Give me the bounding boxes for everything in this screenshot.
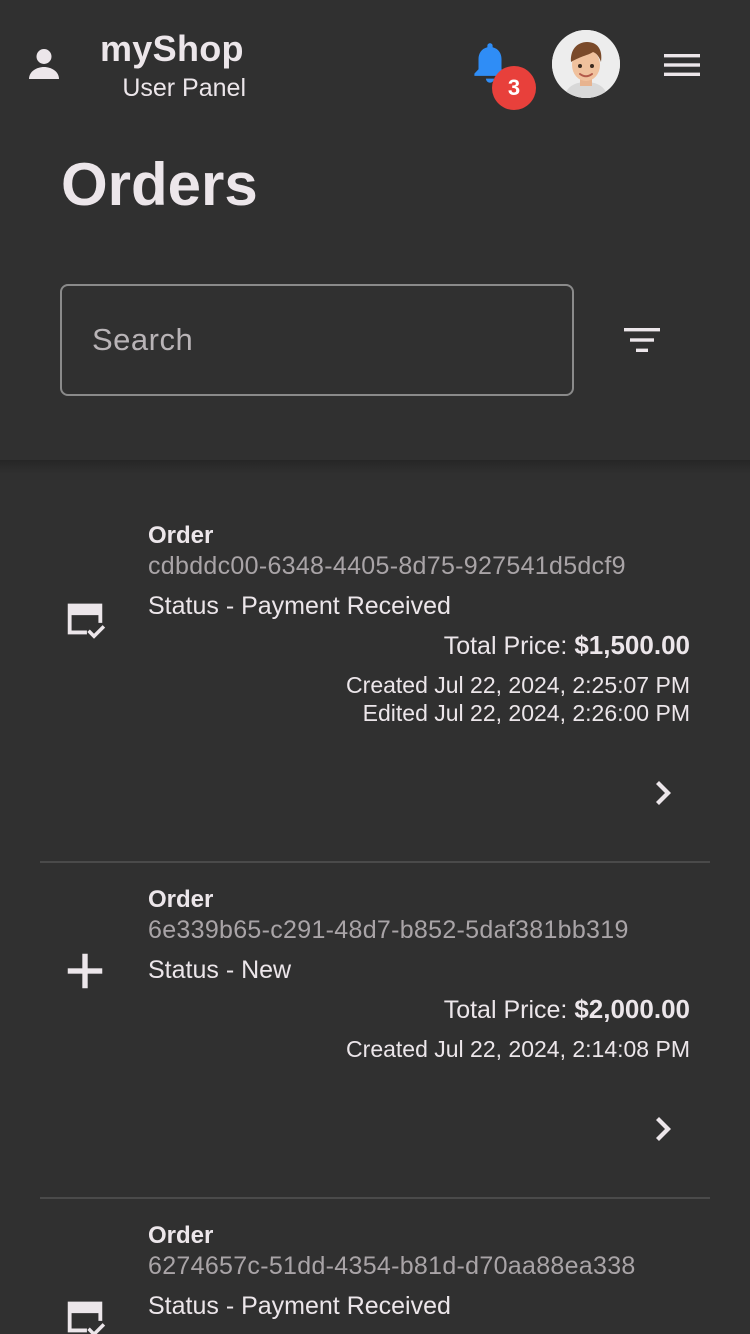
- order-created: Created Jul 22, 2024, 2:14:08 PM: [346, 1036, 690, 1062]
- order-edited: Edited Jul 22, 2024, 2:26:00 PM: [362, 700, 690, 726]
- top-bar: myShop User Panel 3: [0, 0, 750, 130]
- account-icon[interactable]: [26, 46, 62, 82]
- order-item[interactable]: Order 6e339b65-c291-48d7-b852-5daf381bb3…: [0, 862, 750, 1199]
- orders-page: myShop User Panel 3 Orders Search Order …: [0, 0, 750, 1334]
- app-subtitle: User Panel: [122, 74, 246, 102]
- order-item[interactable]: Order 6274657c-51dd-4354-b81d-d70aa88ea3…: [0, 1198, 750, 1334]
- filter-icon[interactable]: [620, 322, 664, 358]
- order-item[interactable]: Order cdbddc00-6348-4405-8d75-927541d5dc…: [0, 462, 750, 863]
- price-label: Total Price:: [443, 632, 568, 660]
- order-created: Created Jul 22, 2024, 2:25:07 PM: [346, 672, 690, 698]
- order-label: Order: [148, 1222, 214, 1249]
- payment-check-icon: [67, 1301, 106, 1334]
- price-value: $1,500.00: [574, 630, 690, 660]
- order-id: 6e339b65-c291-48d7-b852-5daf381bb319: [148, 916, 629, 944]
- order-id: cdbddc00-6348-4405-8d75-927541d5dcf9: [148, 552, 626, 580]
- order-total-price: Total Price: $2,000.00: [444, 994, 690, 1025]
- menu-icon[interactable]: [660, 50, 704, 80]
- notification-badge: 3: [492, 66, 536, 110]
- avatar-illustration: [552, 30, 620, 98]
- payment-check-icon: [67, 603, 106, 639]
- order-total-price: Total Price: $1,500.00: [444, 630, 690, 661]
- plus-icon: [67, 953, 103, 989]
- chevron-right-icon[interactable]: [650, 778, 674, 808]
- search-input[interactable]: [60, 284, 574, 396]
- order-label: Order: [148, 522, 214, 549]
- order-status: Status - Payment Received: [148, 592, 451, 620]
- order-id: 6274657c-51dd-4354-b81d-d70aa88ea338: [148, 1252, 636, 1280]
- order-status: Status - Payment Received: [148, 1292, 451, 1320]
- page-title: Orders: [61, 151, 258, 218]
- price-value: $2,000.00: [574, 994, 690, 1024]
- price-label: Total Price:: [443, 996, 568, 1024]
- app-title: myShop: [100, 28, 244, 69]
- chevron-right-icon[interactable]: [650, 1114, 674, 1144]
- order-status: Status - New: [148, 956, 292, 984]
- order-label: Order: [148, 886, 214, 913]
- avatar[interactable]: [552, 30, 620, 98]
- orders-list: Order cdbddc00-6348-4405-8d75-927541d5dc…: [0, 462, 750, 1334]
